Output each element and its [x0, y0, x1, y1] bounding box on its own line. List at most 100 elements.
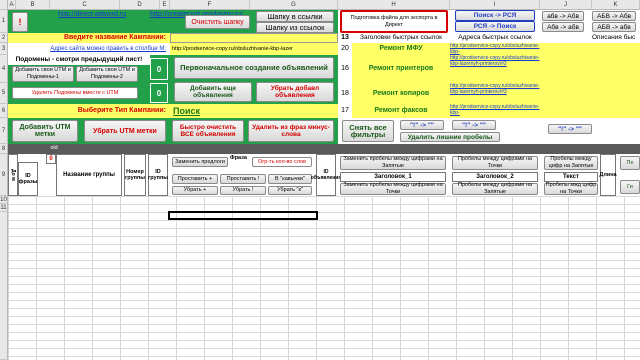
alert-button[interactable]: ! [12, 12, 28, 32]
initial-creation-button[interactable]: Первоначальное создание объявлений [174, 57, 334, 79]
ads-hint-link[interactable]: Адрес сайта можно править в столбце М: [8, 43, 170, 55]
column-header[interactable]: K [592, 0, 640, 10]
link-site1[interactable]: http://direct-adword.ru [58, 10, 148, 20]
col-do[interactable]: До м [8, 154, 18, 196]
spaces-dot-3-button[interactable]: Пробелы мжд цифр на Точки [544, 182, 598, 195]
replace-before-button[interactable]: Заменить предлоги [172, 157, 228, 167]
case-button-2[interactable]: АБВ -> Абв [592, 11, 636, 21]
col-text[interactable]: Текст [544, 172, 598, 182]
right-edge-button-2[interactable]: Ги [620, 180, 640, 194]
remove-subdomains-button[interactable]: Удалить Подомены вместе с UTM [12, 87, 138, 99]
case-button-4[interactable]: АБВ -> абв [592, 22, 636, 32]
column-header[interactable]: I [450, 0, 540, 10]
remove-minus-words-button[interactable]: Удалить из фраз минус-слова [248, 120, 334, 142]
quicklink-descriptions-area[interactable] [540, 43, 640, 118]
in-quotes-button[interactable]: В "кавычки" [268, 174, 312, 184]
column-header[interactable]: J [540, 0, 592, 10]
campaign-type-select[interactable]: Поиск [170, 104, 338, 118]
col-title-2[interactable]: Заголовок_2 [452, 172, 538, 182]
quicklink-num: 16 [341, 65, 349, 72]
remove-utm-button[interactable]: Убрать UTM метки [84, 120, 166, 142]
phrase-label: Фраза [230, 155, 247, 161]
selected-cell[interactable] [168, 211, 318, 220]
replace-spaces-comma-button[interactable]: Заменить пробелы между цифрами на Запяты… [340, 156, 446, 170]
col-length[interactable]: Длина [599, 154, 617, 196]
remove-filters-button[interactable]: Снять все фильтры [342, 120, 394, 142]
add-utm-button[interactable]: Добавить UTM метки [12, 120, 78, 142]
quick-clear-button[interactable]: Быстро очистить ВСЕ объявления [172, 120, 244, 142]
col-id-phrase[interactable]: ID фразы [18, 162, 38, 196]
column-header[interactable]: F [170, 0, 250, 10]
col-group-num[interactable]: Номер группы [124, 154, 146, 196]
quicklink-num: 17 [341, 107, 349, 114]
sheet-grid[interactable] [8, 196, 640, 360]
row-header[interactable]: 10 [0, 196, 8, 204]
col-title-1[interactable]: Заголовок_1 [340, 172, 446, 182]
remove-quotes-button[interactable]: Убрать "к" [268, 186, 312, 195]
rsya-to-search-button[interactable]: РСЯ -> Поиск [455, 21, 535, 32]
clear-header-button[interactable]: Очистить шапку [185, 15, 250, 29]
select-all-corner[interactable] [0, 0, 8, 10]
remove-excl-button[interactable]: Убрать ! [220, 186, 266, 195]
case-button-3[interactable]: Абв -> абв [542, 22, 584, 32]
quicklink-title[interactable]: Ремонт копиров [352, 83, 450, 104]
quicklink-url[interactable]: http://prodservice-copy.ru/obsluzhivanie… [450, 55, 540, 83]
subdomains-note: Подомены - смотри предыдущий лист! [8, 55, 150, 65]
row-header[interactable]: 4 [0, 55, 8, 83]
replace-spaces-dot-button[interactable]: Заменить пробелы между цифрами на Точки [340, 182, 446, 195]
column-header[interactable]: E [160, 0, 170, 10]
counter-2: 0 [150, 83, 168, 103]
put-plus-button[interactable]: Проставить + [172, 174, 218, 184]
remove-spaces-button[interactable]: Удалить лишние пробелы [400, 132, 500, 142]
row-header[interactable]: 7 [0, 118, 8, 144]
limit-words-button[interactable]: Огр-ть кол-во слов [252, 157, 312, 167]
separator-row [8, 144, 640, 154]
quicklink-title[interactable]: Ремонт МФУ [352, 43, 450, 55]
column-header[interactable]: C [50, 0, 120, 10]
quote-button-1[interactable]: "!" -> "" [400, 120, 444, 130]
header-from-links-button[interactable]: Шапку из ссылок [256, 22, 334, 33]
column-header[interactable]: D [120, 0, 160, 10]
spaces-comma-2-button[interactable]: Пробелы между цифрами на Запятые [452, 182, 538, 195]
quote-button-3[interactable]: "!" -> "" [548, 124, 592, 134]
row-header[interactable]: 1 [0, 10, 8, 33]
add-utm-2-button[interactable]: Добавить свои UTM и Подомены-2 [76, 66, 138, 82]
row-header[interactable]: 3 [0, 43, 8, 55]
spaces-dot-2-button[interactable]: Пробелы между цифрами на Точки [452, 156, 538, 170]
row-header[interactable]: 2 [0, 33, 8, 43]
quicklink-url[interactable]: http://prodservice-copy.ru/obsluzhivanie… [450, 83, 540, 104]
quicklink-num: 20 [341, 45, 349, 52]
column-header[interactable]: G [250, 0, 338, 10]
search-to-rsya-button[interactable]: Поиск -> РСЯ [455, 10, 535, 21]
quicklink-title[interactable]: Ремонт принтеров [352, 55, 450, 83]
add-utm-1-button[interactable]: Добавить свои UTM и Подомены-1 [12, 66, 74, 82]
right-edge-button-1[interactable]: Пе [620, 156, 640, 170]
col-id-ad[interactable]: ID объявления [311, 154, 341, 196]
remove-added-ads-button[interactable]: Убрать добавл объявления [256, 82, 334, 102]
site-url-input[interactable]: http://prodservice-copy.ru/obsluzhivanie… [170, 43, 338, 55]
row-header[interactable]: 8 [0, 144, 8, 154]
header-to-links-button[interactable]: Шапку в ссылки [256, 11, 334, 22]
quote-button-2[interactable]: "!" -> "" [452, 120, 496, 130]
remove-plus-button[interactable]: Убрать + [172, 186, 218, 195]
column-header[interactable]: A [8, 0, 16, 10]
column-header[interactable]: H [338, 0, 450, 10]
row-header-filler [0, 212, 8, 360]
quicklink-url[interactable]: http://prodservice-copy.ru/obsluzhivanie… [450, 104, 540, 118]
campaign-name-input[interactable] [170, 33, 338, 43]
case-button-1[interactable]: абв -> Абв [542, 11, 584, 21]
spaces-comma-3-button[interactable]: Пробелы между цифр на Запятые [544, 156, 598, 170]
add-more-ads-button[interactable]: Добавить еще объявления [174, 82, 252, 102]
row-header[interactable]: 6 [0, 104, 8, 118]
col-group-name[interactable]: Название группы [56, 154, 122, 196]
prepare-export-button[interactable]: Подготовка файла для экспорта в Директ [340, 10, 448, 33]
quicklinks-desc-label: Описания быс [592, 34, 636, 41]
col-group-id[interactable]: ID группы [148, 154, 168, 196]
row-header[interactable]: 5 [0, 83, 8, 104]
put-excl-button[interactable]: Проставить ! [220, 174, 266, 184]
row-header[interactable]: 9 [0, 154, 8, 196]
quicklink-title[interactable]: Ремонт факсов [352, 104, 450, 118]
row-header[interactable]: 11 [0, 204, 8, 212]
quicklink-url[interactable]: http://prodservice-copy.ru/obsluzhivanie… [450, 43, 540, 55]
column-header[interactable]: B [16, 0, 50, 10]
